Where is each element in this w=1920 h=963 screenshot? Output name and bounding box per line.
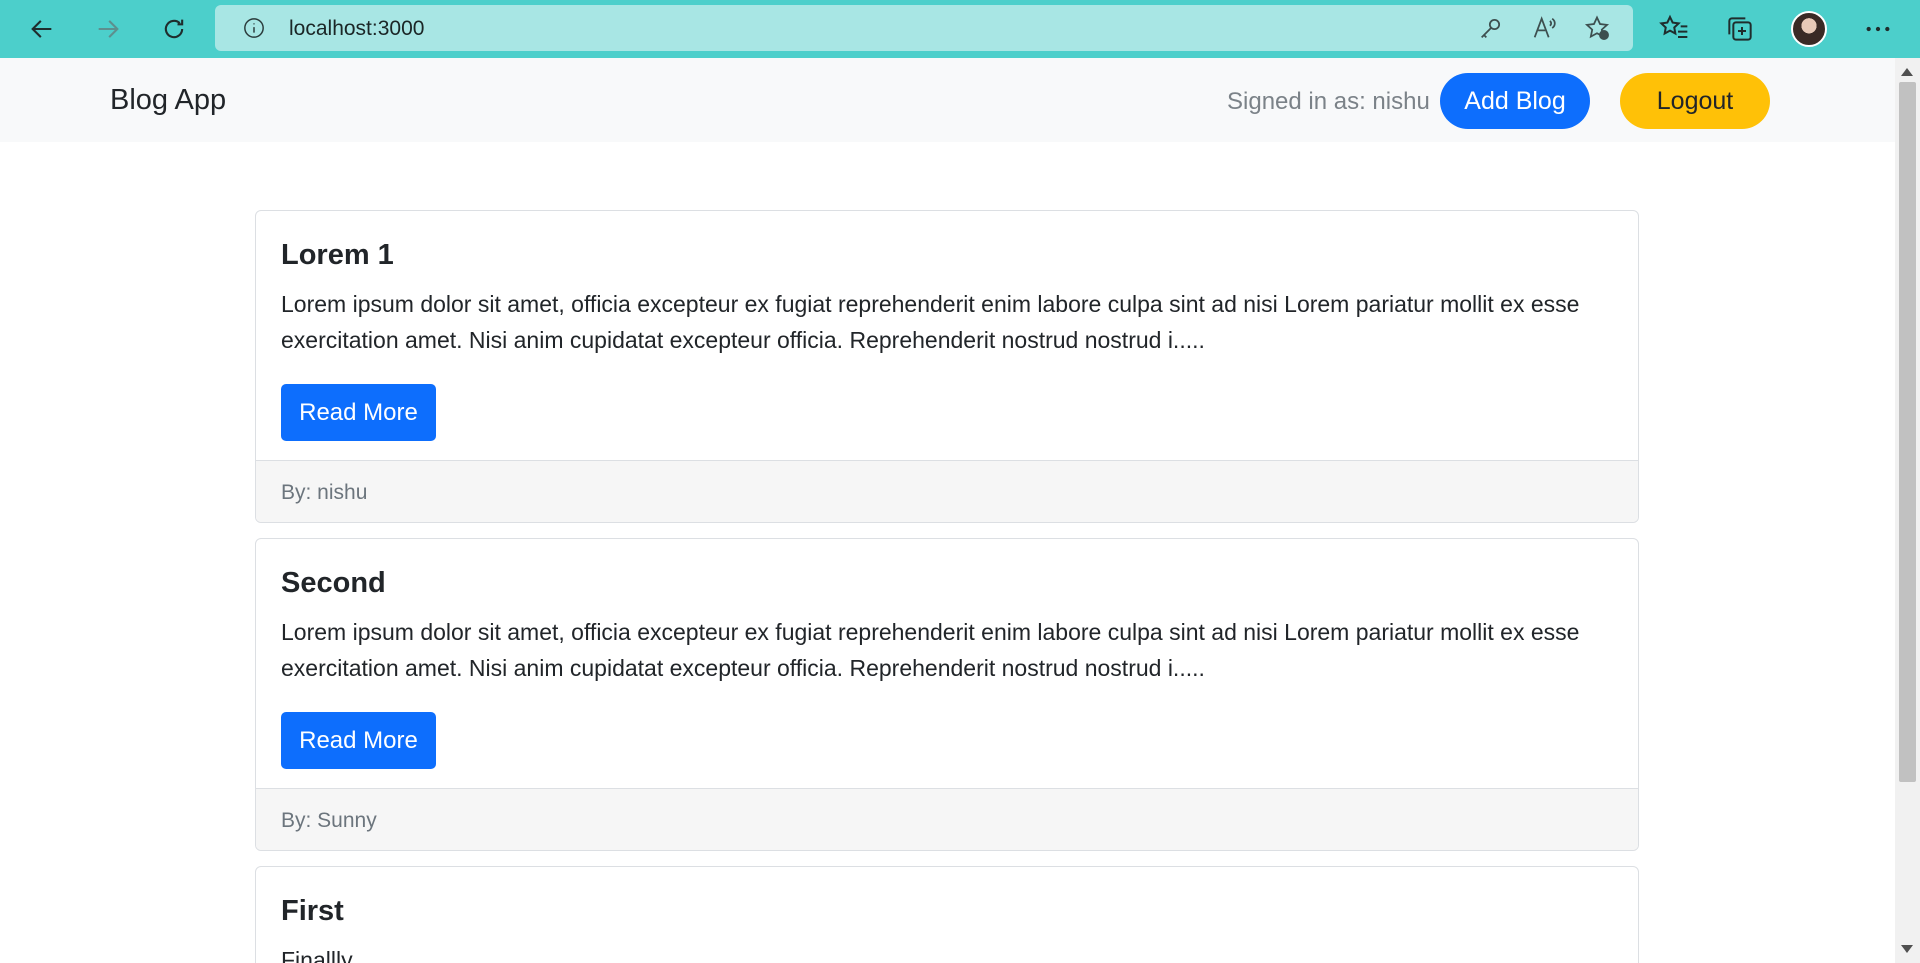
page-scrollbar[interactable] [1895,58,1920,963]
add-blog-button[interactable]: Add Blog [1440,73,1590,129]
back-icon[interactable] [22,9,62,49]
post-excerpt: Finallly [281,947,353,963]
read-more-button[interactable]: Read More [281,712,436,769]
scroll-up-arrow[interactable] [1901,68,1913,76]
read-more-button[interactable]: Read More [281,384,436,441]
post-excerpt: Lorem ipsum dolor sit amet, officia exce… [281,619,1580,681]
post-author: By: Sunny [256,788,1638,850]
profile-avatar[interactable] [1791,11,1827,47]
more-options-icon[interactable] [1862,13,1894,45]
post-title: Second [281,567,386,599]
signed-in-text: Signed in as: nishu [1227,88,1430,115]
logout-button[interactable]: Logout [1620,73,1770,129]
refresh-icon[interactable] [154,9,194,49]
address-bar[interactable]: localhost:3000 [215,5,1633,51]
collections-icon[interactable] [1724,13,1756,45]
blog-card: Second Lorem ipsum dolor sit amet, offic… [255,538,1639,851]
post-author: By: nishu [256,460,1638,522]
scroll-thumb[interactable] [1899,82,1916,782]
add-favorite-icon[interactable] [1583,14,1611,42]
forward-icon[interactable] [88,9,128,49]
site-info-icon[interactable] [243,17,265,39]
app-navbar: Blog App Signed in as: nishu Add Blog Lo… [0,58,1895,142]
read-aloud-icon[interactable] [1530,14,1558,42]
scroll-down-arrow[interactable] [1901,945,1913,953]
card-body: Second Lorem ipsum dolor sit amet, offic… [256,539,1638,793]
post-title: First [281,895,344,927]
brand-link[interactable]: Blog App [110,84,226,117]
url-text[interactable]: localhost:3000 [289,17,424,41]
blog-card: First Finallly [255,866,1639,963]
blog-card: Lorem 1 Lorem ipsum dolor sit amet, offi… [255,210,1639,523]
card-body: First Finallly [256,867,1638,963]
card-body: Lorem 1 Lorem ipsum dolor sit amet, offi… [256,211,1638,465]
browser-toolbar: localhost:3000 [0,0,1920,58]
key-icon[interactable] [1477,14,1505,42]
post-title: Lorem 1 [281,239,394,271]
favorites-icon[interactable] [1658,13,1690,45]
post-excerpt: Lorem ipsum dolor sit amet, officia exce… [281,291,1580,353]
